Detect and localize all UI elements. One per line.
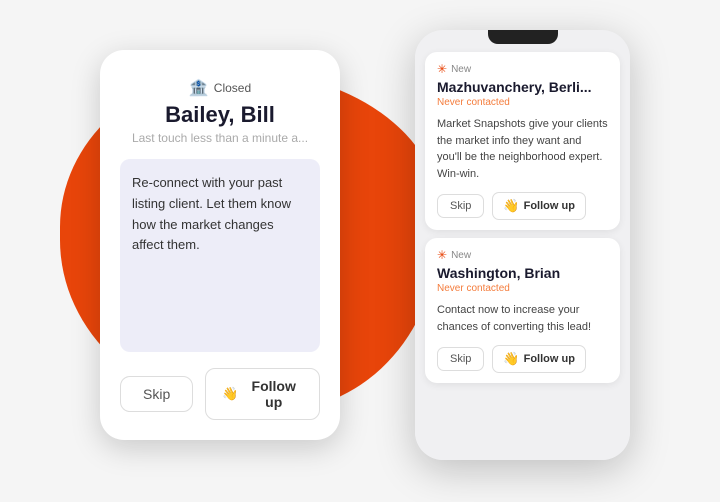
- phone-right: ✳ New Mazhuvanchery, Berli... Never cont…: [415, 30, 630, 460]
- top-card-actions: Skip 👋 Follow up: [437, 192, 608, 220]
- phone-right-screen: ✳ New Mazhuvanchery, Berli... Never cont…: [415, 44, 630, 460]
- bottom-followup-button[interactable]: 👋 Follow up: [492, 345, 586, 373]
- bottom-card-actions: Skip 👋 Follow up: [437, 345, 608, 373]
- bottom-followup-label: Follow up: [524, 353, 575, 365]
- closed-icon: 🏦: [189, 78, 209, 98]
- phone-left: 🏦 Closed Bailey, Bill Last touch less th…: [100, 50, 340, 440]
- hand-icon-top: 👋: [503, 198, 519, 214]
- right-card-top: ✳ New Mazhuvanchery, Berli... Never cont…: [425, 52, 620, 230]
- top-card-new-row: ✳ New: [437, 62, 608, 76]
- top-card-name: Mazhuvanchery, Berli...: [437, 79, 608, 95]
- bottom-card-new-row: ✳ New: [437, 248, 608, 262]
- hand-icon-left: 👋: [222, 386, 238, 402]
- left-card-actions: Skip 👋 Follow up: [120, 368, 320, 420]
- bottom-card-never: Never contacted: [437, 283, 608, 294]
- new-star-bottom: ✳: [437, 248, 447, 262]
- left-card-status: 🏦 Closed: [120, 78, 320, 98]
- bottom-card-new-label: New: [451, 250, 471, 261]
- left-card-subtitle: Last touch less than a minute a...: [120, 131, 320, 145]
- right-card-bottom: ✳ New Washington, Brian Never contacted …: [425, 238, 620, 383]
- bottom-card-name: Washington, Brian: [437, 265, 608, 281]
- bottom-skip-button[interactable]: Skip: [437, 347, 484, 371]
- top-skip-button[interactable]: Skip: [437, 194, 484, 218]
- top-followup-label: Follow up: [524, 200, 575, 212]
- top-card-message: Market Snapshots give your clients the m…: [437, 116, 608, 182]
- left-skip-button[interactable]: Skip: [120, 376, 193, 412]
- phone-notch: [488, 30, 558, 44]
- left-followup-button[interactable]: 👋 Follow up: [205, 368, 320, 420]
- left-followup-label: Follow up: [244, 378, 303, 410]
- left-card-name: Bailey, Bill: [120, 102, 320, 128]
- hand-icon-bottom: 👋: [503, 351, 519, 367]
- new-star-top: ✳: [437, 62, 447, 76]
- bottom-card-message: Contact now to increase your chances of …: [437, 302, 608, 335]
- top-card-never: Never contacted: [437, 97, 608, 108]
- left-card-message: Re-connect with your past listing client…: [120, 159, 320, 352]
- scene: 🏦 Closed Bailey, Bill Last touch less th…: [0, 0, 720, 502]
- top-card-new-label: New: [451, 64, 471, 75]
- left-card-status-label: Closed: [214, 81, 251, 95]
- top-followup-button[interactable]: 👋 Follow up: [492, 192, 586, 220]
